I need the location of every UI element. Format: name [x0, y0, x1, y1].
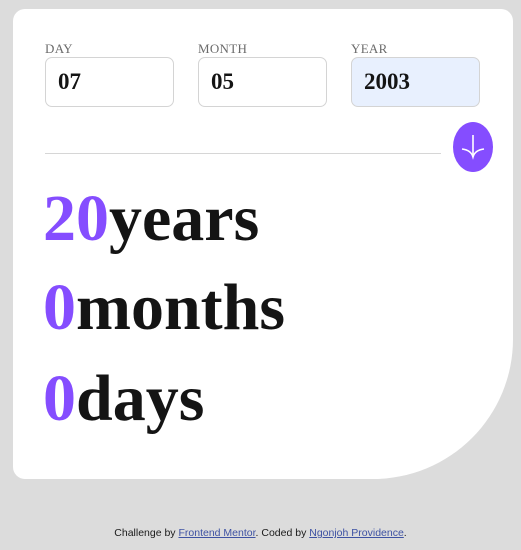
year-field: YEAR	[351, 41, 480, 107]
days-value: 0	[43, 362, 76, 435]
frontend-mentor-link[interactable]: Frontend Mentor	[178, 527, 255, 539]
year-label: YEAR	[351, 41, 388, 56]
months-value: 0	[43, 271, 76, 344]
attribution-footer: Challenge by Frontend Mentor. Coded by N…	[0, 527, 521, 539]
days-result: 0days	[43, 366, 204, 432]
footer-prefix: Challenge by	[114, 527, 179, 539]
age-calculator-card: DAY MONTH YEAR 20years 0months 0days	[13, 9, 513, 479]
day-label: DAY	[45, 41, 73, 56]
submit-button[interactable]	[453, 122, 493, 172]
arrow-down-icon	[461, 135, 485, 160]
author-link[interactable]: Ngonjoh Providence	[309, 527, 404, 539]
year-input[interactable]	[351, 57, 480, 107]
month-label: MONTH	[198, 41, 248, 56]
footer-suffix: .	[403, 527, 407, 539]
years-result: 20years	[43, 186, 259, 252]
month-field: MONTH	[198, 41, 327, 107]
years-unit: years	[109, 182, 260, 255]
months-result: 0months	[43, 275, 285, 341]
years-value: 20	[43, 182, 109, 255]
footer-middle: . Coded by	[255, 527, 310, 539]
day-field: DAY	[45, 41, 174, 107]
day-input[interactable]	[45, 57, 174, 107]
month-input[interactable]	[198, 57, 327, 107]
months-unit: months	[76, 271, 286, 344]
days-unit: days	[76, 362, 205, 435]
divider	[45, 153, 441, 154]
